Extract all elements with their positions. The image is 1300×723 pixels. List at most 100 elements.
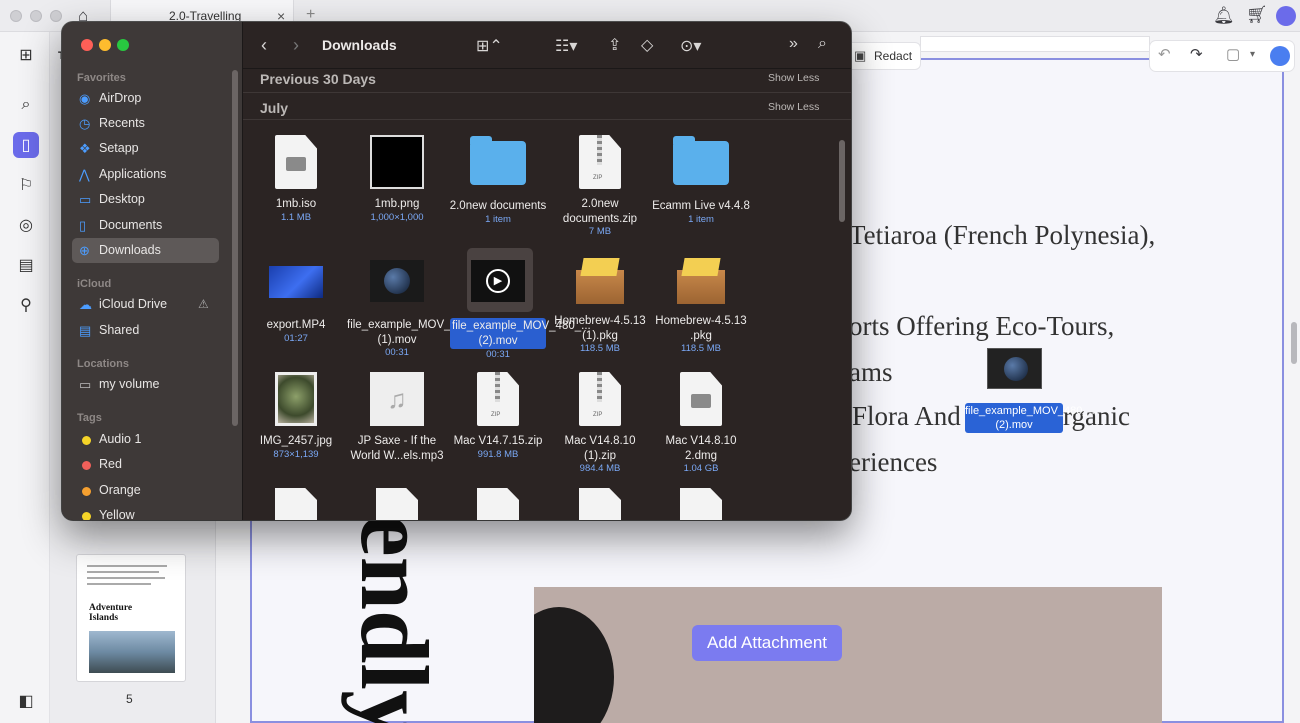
file-item[interactable]: ZIP 2.0new documents.zip 7 MB xyxy=(550,135,650,238)
sidebar-item-label: Setapp xyxy=(99,141,139,155)
disk-image-icon xyxy=(680,372,722,426)
save-icon[interactable]: ▢ xyxy=(1226,47,1240,62)
sidebar-item-icloud-drive[interactable]: ☁ iCloud Drive ⚠ xyxy=(72,292,219,317)
search-icon[interactable]: ⌕ xyxy=(818,35,827,53)
back-icon[interactable]: ‹ xyxy=(261,35,267,56)
zoom-window-button[interactable] xyxy=(50,10,62,22)
file-item[interactable]: Homebrew-4.5.13 (1).pkg 118.5 MB xyxy=(550,256,650,355)
sidebar-item-label: Downloads xyxy=(99,243,161,257)
pages-icon[interactable]: ▯ xyxy=(13,132,39,158)
finder-scrollbar[interactable] xyxy=(839,140,845,222)
file-item-selected[interactable]: ▶ file_example_MOV_480_...(2).mov 00:31 xyxy=(448,256,591,361)
bell-icon[interactable]: 🔔︎ xyxy=(1213,7,1235,24)
file-item[interactable]: IMG_2457.jpg 873×1,139 xyxy=(246,372,346,461)
comment-icon[interactable]: ◎ xyxy=(13,212,39,238)
file-item[interactable]: Homebrew-4.5.13 .pkg 118.5 MB xyxy=(651,256,751,355)
view-mode-icon[interactable]: ⊞⌃ xyxy=(476,36,503,56)
file-name: export.MP4 xyxy=(266,319,326,331)
sidebar-item-setapp[interactable]: ❖ Setapp xyxy=(72,136,219,161)
redact-button[interactable]: ▣ Redact xyxy=(846,43,920,69)
sidebar-item-applications[interactable]: ⋀ Applications xyxy=(72,162,219,187)
redo-icon[interactable]: ↷ xyxy=(1190,47,1203,62)
download-icon: ⊕ xyxy=(79,243,90,258)
sidebar-item-recents[interactable]: ◷ Recents xyxy=(72,111,219,136)
sidebar-tag-audio-1[interactable]: Audio 1 xyxy=(72,427,219,452)
sidebar-tag-red[interactable]: Red xyxy=(72,452,219,477)
zip-icon: ZIP xyxy=(477,372,519,426)
undo-icon[interactable]: ↶ xyxy=(1158,47,1171,62)
sidebar-item-airdrop[interactable]: ◉ AirDrop xyxy=(72,86,219,111)
file-item[interactable]: ZIP Mac V14.8.10 (1).zip 984.4 MB xyxy=(550,372,650,475)
finder-zoom-button[interactable] xyxy=(117,39,129,51)
favorites-header: Favorites xyxy=(77,72,126,84)
show-less-link[interactable]: Show Less xyxy=(768,72,819,84)
sidebar-toggle-icon[interactable]: ◧ xyxy=(13,688,39,714)
chevron-double-right-icon[interactable]: » xyxy=(789,35,798,53)
ai-assistant-icon[interactable] xyxy=(1270,46,1290,66)
add-attachment-button[interactable]: Add Attachment xyxy=(692,625,842,661)
drag-preview-label: file_example_MOV_480_...(2).mov xyxy=(965,403,1098,433)
file-meta: 01:27 xyxy=(284,332,308,344)
sidebar-item-desktop[interactable]: ▭ Desktop xyxy=(72,187,219,212)
airdrop-icon: ◉ xyxy=(79,91,91,106)
file-name: Mac V14.8.10 (1).zip xyxy=(564,435,636,462)
zip-icon: ZIP xyxy=(579,135,621,189)
file-meta: 1 item xyxy=(688,213,714,225)
file-meta: 991.8 MB xyxy=(477,448,519,460)
sidebar-item-label: Audio 1 xyxy=(99,432,142,446)
disk-image-icon xyxy=(680,488,722,520)
minimize-window-button[interactable] xyxy=(30,10,42,22)
file-name: file_example_MOV_480_...(1).mov xyxy=(347,319,486,346)
bookmark-icon[interactable]: ⚐ xyxy=(13,172,39,198)
package-icon xyxy=(673,256,729,306)
sidebar-tag-yellow[interactable]: Yellow xyxy=(72,503,219,520)
sidebar-item-documents[interactable]: ▯ Documents xyxy=(72,213,219,238)
forward-icon[interactable]: › xyxy=(293,35,299,56)
sidebar-item-downloads[interactable]: ⊕ Downloads xyxy=(72,238,219,263)
grid-icon[interactable]: ⊞ xyxy=(13,42,39,68)
cart-icon[interactable]: 🛒︎ xyxy=(1246,6,1268,23)
file-item[interactable]: 1mb.png 1,000×1,000 xyxy=(347,135,447,224)
search-icon[interactable]: ⌕ xyxy=(13,92,39,118)
finder-content: ‹ › Downloads ⊞⌃ ☷▾ ⇪ ◇ ⊙▾ » ⌕ Previous … xyxy=(243,22,851,520)
file-item[interactable]: ZIP Mac V14.7.15.zip 991.8 MB xyxy=(448,372,548,461)
finder-minimize-button[interactable] xyxy=(99,39,111,51)
file-meta: 00:31 xyxy=(385,347,409,358)
file-item[interactable]: file_example_MOV_480_...(1).mov 00:31 xyxy=(347,256,486,359)
group-divider xyxy=(243,119,851,120)
file-item[interactable]: ♫ JP Saxe - If the World W...els.mp3 xyxy=(347,372,447,463)
desktop-icon: ▭ xyxy=(79,192,92,207)
sidebar-tag-orange[interactable]: Orange xyxy=(72,478,219,503)
tag-icon[interactable]: ◇ xyxy=(641,35,653,55)
group-previous-30-days: Previous 30 Days xyxy=(260,71,376,87)
file-name: IMG_2457.jpg xyxy=(259,435,333,447)
sidebar-item-shared[interactable]: ▤ Shared xyxy=(72,318,219,343)
disk-image-icon xyxy=(275,135,317,189)
avatar[interactable] xyxy=(1276,6,1296,26)
file-item[interactable]: export.MP4 01:27 xyxy=(246,256,346,345)
more-actions-icon[interactable]: ⊙▾ xyxy=(680,36,701,56)
zip-icon xyxy=(477,488,519,520)
group-by-icon[interactable]: ☷▾ xyxy=(555,36,577,56)
file-item[interactable]: 1mb.iso 1.1 MB xyxy=(246,135,346,224)
icloud-header: iCloud xyxy=(77,278,112,290)
image-thumbnail xyxy=(275,372,317,426)
show-less-link[interactable]: Show Less xyxy=(768,101,819,113)
file-meta: 1.04 GB xyxy=(683,463,719,474)
form-icon[interactable]: ▤ xyxy=(13,252,39,278)
document-icon: ▯ xyxy=(79,218,87,233)
sidebar-item-my-volume[interactable]: ▭ my volume xyxy=(72,372,219,397)
sidebar-scrollbar[interactable] xyxy=(232,70,238,426)
folder-item[interactable]: Ecamm Live v4.4.8 1 item xyxy=(651,135,751,226)
file-item[interactable]: Mac V14.8.10 2.dmg 1.04 GB xyxy=(651,372,751,475)
file-name: file_example_MOV_480_...(2).mov xyxy=(450,318,591,349)
chevron-down-icon[interactable]: ▾ xyxy=(1250,50,1255,60)
document-scrollbar[interactable] xyxy=(1291,322,1297,364)
share-icon[interactable]: ⇪ xyxy=(608,35,621,55)
page-thumbnail[interactable]: Adventure Islands xyxy=(76,554,186,682)
folder-item[interactable]: 2.0new documents 1 item xyxy=(448,135,548,226)
sidebar-item-label: Yellow xyxy=(99,508,135,520)
attachment-icon[interactable]: ⚲ xyxy=(13,292,39,318)
finder-close-button[interactable] xyxy=(81,39,93,51)
close-window-button[interactable] xyxy=(10,10,22,22)
